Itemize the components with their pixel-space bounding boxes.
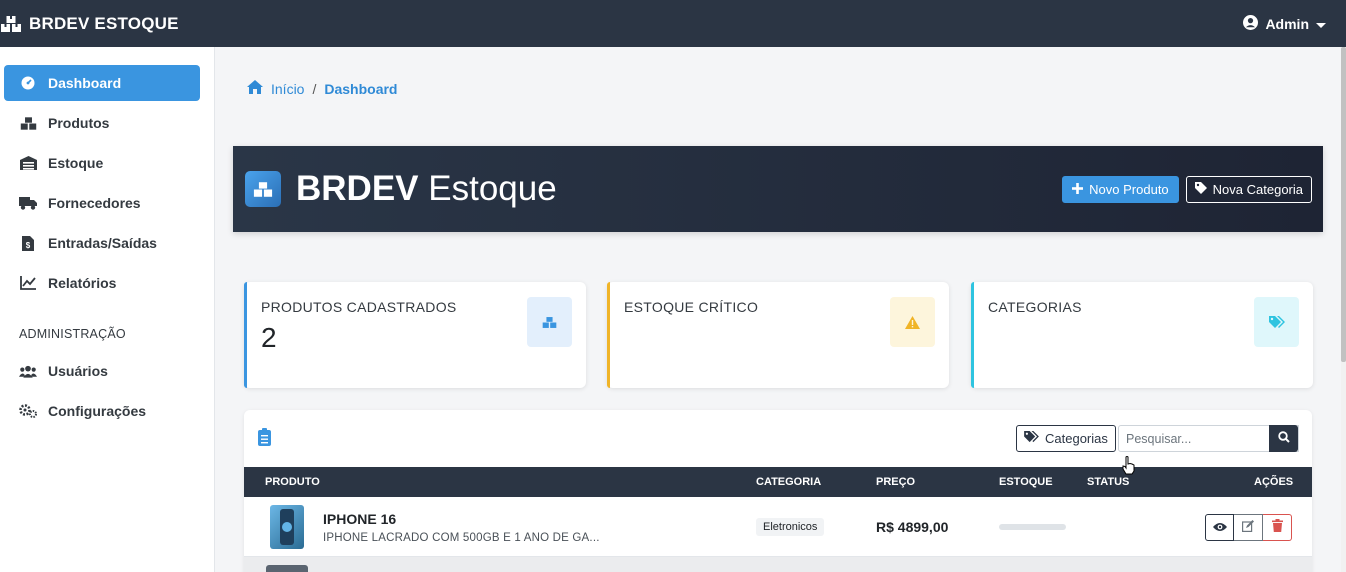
column-header-estoque[interactable]: ESTOQUE bbox=[999, 476, 1053, 488]
sidebar: Dashboard Produtos Estoque Fornecedores … bbox=[0, 47, 215, 572]
hero-title-light: Estoque bbox=[428, 169, 557, 208]
sidebar-item-entradas-saidas[interactable]: $ Entradas/Saídas bbox=[4, 225, 200, 261]
stock-bar-fill bbox=[999, 524, 1066, 530]
sidebar-item-label: Fornecedores bbox=[48, 195, 141, 211]
stat-value: 2 bbox=[261, 322, 277, 353]
tags-icon bbox=[1254, 297, 1299, 347]
user-circle-icon bbox=[1243, 14, 1259, 33]
truck-icon bbox=[19, 196, 37, 210]
table-header: PRODUTO CATEGORIA PREÇO ESTOQUE STATUS A… bbox=[244, 467, 1312, 497]
categories-button[interactable]: Categorias bbox=[1016, 425, 1116, 452]
cogs-icon bbox=[19, 404, 37, 418]
clipboard-list-icon bbox=[258, 428, 271, 451]
sidebar-item-dashboard[interactable]: Dashboard bbox=[4, 65, 200, 101]
home-icon[interactable] bbox=[247, 80, 263, 97]
sidebar-item-produtos[interactable]: Produtos bbox=[4, 105, 200, 141]
boxes-icon bbox=[0, 15, 22, 33]
tag-icon bbox=[1194, 181, 1207, 197]
chart-line-icon bbox=[19, 276, 37, 290]
new-category-label: Nova Categoria bbox=[1212, 181, 1303, 197]
sidebar-item-label: Estoque bbox=[48, 155, 104, 171]
caret-down-icon bbox=[1316, 16, 1326, 32]
sidebar-item-label: Usuários bbox=[48, 363, 108, 379]
product-description: IPHONE LACRADO COM 500GB E 1 ANO DE GA..… bbox=[323, 532, 600, 544]
column-header-categoria[interactable]: CATEGORIA bbox=[756, 476, 821, 488]
product-thumbnail bbox=[266, 565, 308, 572]
row-actions bbox=[1205, 514, 1292, 541]
eye-icon bbox=[1212, 519, 1227, 537]
product-name: IPHONE 16 bbox=[323, 511, 397, 527]
top-navbar: BRDEV ESTOQUE Admin bbox=[0, 0, 1346, 47]
stock-bar bbox=[999, 524, 1066, 530]
stat-label: CATEGORIAS bbox=[988, 299, 1082, 315]
product-thumbnail bbox=[270, 505, 304, 549]
boxes-icon bbox=[245, 171, 281, 207]
column-header-acoes[interactable]: AÇÕES bbox=[1254, 476, 1293, 488]
hero-title-bold: BRDEV bbox=[296, 169, 419, 208]
boxes-icon bbox=[527, 297, 572, 347]
sidebar-item-relatorios[interactable]: Relatórios bbox=[4, 265, 200, 301]
main-content: Início / Dashboard BRDEV Estoque Novo Pr… bbox=[215, 47, 1341, 572]
new-category-button[interactable]: Nova Categoria bbox=[1185, 175, 1312, 203]
stat-card-critical-stock: ESTOQUE CRÍTICO bbox=[607, 282, 949, 388]
stat-card-categories: CATEGORIAS bbox=[971, 282, 1313, 388]
user-menu[interactable]: Admin bbox=[1243, 14, 1326, 33]
table-row[interactable] bbox=[244, 557, 1312, 572]
edit-icon bbox=[1242, 519, 1254, 537]
new-product-button[interactable]: Novo Produto bbox=[1062, 175, 1179, 203]
hand-pointer-cursor-icon bbox=[1122, 456, 1135, 480]
edit-button[interactable] bbox=[1234, 514, 1263, 541]
sidebar-item-label: Entradas/Saídas bbox=[48, 235, 157, 251]
svg-text:$: $ bbox=[26, 241, 31, 250]
scrollbar-thumb[interactable] bbox=[1341, 47, 1346, 362]
product-price: R$ 4899,00 bbox=[876, 519, 949, 535]
boxes-icon bbox=[19, 116, 37, 131]
breadcrumb-home[interactable]: Início bbox=[271, 81, 304, 97]
table-row[interactable]: IPHONE 16 IPHONE LACRADO COM 500GB E 1 A… bbox=[244, 497, 1312, 557]
sidebar-item-label: Produtos bbox=[48, 115, 110, 131]
stat-card-products: PRODUTOS CADASTRADOS 2 bbox=[244, 282, 586, 388]
view-button[interactable] bbox=[1205, 514, 1234, 541]
admin-section-title: ADMINISTRAÇÃO bbox=[19, 327, 126, 341]
tags-icon bbox=[1024, 431, 1039, 446]
warning-icon bbox=[890, 297, 935, 347]
trash-icon bbox=[1271, 518, 1283, 537]
brand[interactable]: BRDEV ESTOQUE bbox=[0, 14, 179, 34]
categories-button-label: Categorias bbox=[1045, 431, 1108, 446]
brand-title: BRDEV ESTOQUE bbox=[29, 13, 179, 33]
file-invoice-dollar-icon: $ bbox=[19, 235, 37, 251]
sidebar-item-estoque[interactable]: Estoque bbox=[4, 145, 200, 181]
breadcrumb: Início / Dashboard bbox=[247, 80, 397, 97]
sidebar-item-label: Dashboard bbox=[48, 75, 122, 91]
tachometer-icon bbox=[19, 76, 37, 90]
breadcrumb-separator: / bbox=[312, 80, 317, 97]
hero-title: BRDEV Estoque bbox=[296, 169, 557, 209]
stat-label: ESTOQUE CRÍTICO bbox=[624, 299, 759, 315]
search-icon bbox=[1277, 430, 1290, 448]
stat-label: PRODUTOS CADASTRADOS bbox=[261, 299, 457, 315]
plus-icon bbox=[1072, 182, 1084, 197]
delete-button[interactable] bbox=[1263, 514, 1292, 541]
products-panel: Categorias PRODUTO CATEGORIA PREÇO ESTOQ… bbox=[244, 410, 1312, 572]
breadcrumb-current: Dashboard bbox=[324, 80, 398, 97]
user-name: Admin bbox=[1265, 15, 1309, 32]
search-button[interactable] bbox=[1269, 425, 1298, 452]
sidebar-item-label: Configurações bbox=[48, 403, 147, 419]
hero-banner: BRDEV Estoque Novo Produto Nova Categori… bbox=[233, 146, 1323, 232]
new-product-label: Novo Produto bbox=[1089, 181, 1169, 197]
column-header-produto[interactable]: PRODUTO bbox=[265, 476, 320, 488]
sidebar-item-usuarios[interactable]: Usuários bbox=[4, 353, 200, 389]
sidebar-item-fornecedores[interactable]: Fornecedores bbox=[4, 185, 200, 221]
warehouse-icon bbox=[19, 156, 37, 170]
users-icon bbox=[19, 365, 37, 378]
sidebar-item-configuracoes[interactable]: Configurações bbox=[4, 393, 200, 429]
product-category-badge: Eletronicos bbox=[756, 518, 825, 536]
column-header-preco[interactable]: PREÇO bbox=[876, 476, 915, 488]
page-scrollbar[interactable] bbox=[1341, 47, 1346, 572]
sidebar-item-label: Relatórios bbox=[48, 275, 117, 291]
